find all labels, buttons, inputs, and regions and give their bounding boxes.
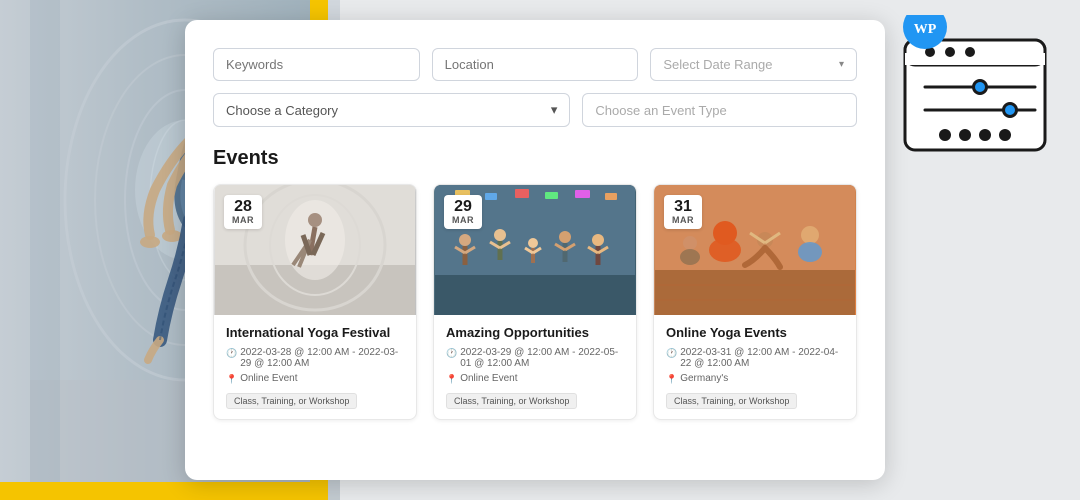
category-arrow-icon: ▾ xyxy=(551,102,558,118)
event-1-info: International Yoga Festival 🕐 2022-03-28… xyxy=(214,315,416,419)
filter-row-2: Choose a Category ▾ Choose an Event Type xyxy=(213,93,857,127)
event-2-location: 📍 Online Event xyxy=(446,373,624,385)
event-2-date-badge: 29 MAR xyxy=(444,195,482,229)
date-range-arrow-icon: ▾ xyxy=(839,59,844,70)
event-1-month: MAR xyxy=(232,215,254,225)
event-1-date-badge: 28 MAR xyxy=(224,195,262,229)
event-2-info: Amazing Opportunities 🕐 2022-03-29 @ 12:… xyxy=(434,315,636,419)
date-range-dropdown[interactable]: Select Date Range ▾ xyxy=(650,48,857,81)
event-3-date: 🕐 2022-03-31 @ 12:00 AM - 2022-04-22 @ 1… xyxy=(666,347,844,369)
event-card-1[interactable]: 28 MAR International Yoga Festival 🕐 202… xyxy=(213,184,417,420)
event-image-3: 31 MAR xyxy=(654,185,856,315)
category-label: Choose a Category xyxy=(226,103,338,118)
date-range-label: Select Date Range xyxy=(663,57,772,72)
svg-text:WP: WP xyxy=(914,22,937,37)
event-1-date: 🕐 2022-03-28 @ 12:00 AM - 2022-03-29 @ 1… xyxy=(226,347,404,369)
main-panel: Select Date Range ▾ Choose a Category ▾ … xyxy=(185,20,885,480)
event-1-location: 📍 Online Event xyxy=(226,373,404,385)
wp-widget-area: WP xyxy=(895,15,1065,175)
event-type-label: Choose an Event Type xyxy=(595,103,726,118)
event-3-info: Online Yoga Events 🕐 2022-03-31 @ 12:00 … xyxy=(654,315,856,419)
event-2-day: 29 xyxy=(452,199,474,215)
events-section-title: Events xyxy=(213,147,857,170)
event-3-location: 📍 Germany's xyxy=(666,373,844,385)
event-3-month: MAR xyxy=(672,215,694,225)
events-grid: 28 MAR International Yoga Festival 🕐 202… xyxy=(213,184,857,420)
event-2-clock-icon: 🕐 xyxy=(446,348,457,359)
event-3-clock-icon: 🕐 xyxy=(666,348,677,359)
category-dropdown[interactable]: Choose a Category ▾ xyxy=(213,93,570,127)
event-image-2: 29 MAR xyxy=(434,185,636,315)
wp-widget-svg: WP xyxy=(895,15,1065,170)
keywords-input[interactable] xyxy=(213,48,420,81)
event-3-name: Online Yoga Events xyxy=(666,325,844,342)
event-2-name: Amazing Opportunities xyxy=(446,325,624,342)
event-2-pin-icon: 📍 xyxy=(446,374,457,385)
event-1-name: International Yoga Festival xyxy=(226,325,404,342)
event-image-1: 28 MAR xyxy=(214,185,416,315)
event-type-dropdown[interactable]: Choose an Event Type xyxy=(582,93,857,127)
yellow-bottom-bar xyxy=(0,482,310,500)
location-input[interactable] xyxy=(432,48,639,81)
event-3-day: 31 xyxy=(672,199,694,215)
event-2-date: 🕐 2022-03-29 @ 12:00 AM - 2022-05-01 @ 1… xyxy=(446,347,624,369)
event-card-3[interactable]: 31 MAR Online Yoga Events 🕐 2022-03-31 @… xyxy=(653,184,857,420)
event-3-pin-icon: 📍 xyxy=(666,374,677,385)
event-3-date-badge: 31 MAR xyxy=(664,195,702,229)
event-2-month: MAR xyxy=(452,215,474,225)
event-1-clock-icon: 🕐 xyxy=(226,348,237,359)
event-1-day: 28 xyxy=(232,199,254,215)
event-3-tag: Class, Training, or Workshop xyxy=(666,393,797,409)
event-card-2[interactable]: 29 MAR Amazing Opportunities 🕐 2022-03-2… xyxy=(433,184,637,420)
filter-row-1: Select Date Range ▾ xyxy=(213,48,857,81)
event-1-tag: Class, Training, or Workshop xyxy=(226,393,357,409)
event-2-tag: Class, Training, or Workshop xyxy=(446,393,577,409)
event-1-pin-icon: 📍 xyxy=(226,374,237,385)
